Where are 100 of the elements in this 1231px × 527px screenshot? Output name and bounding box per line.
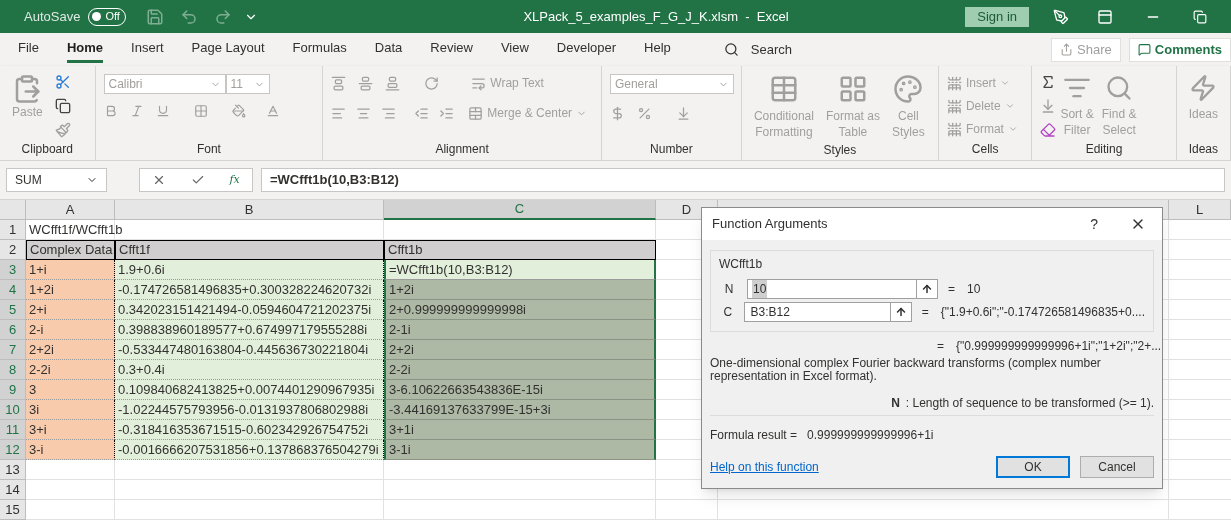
row-header[interactable]: 2 [0, 240, 26, 260]
ribbon-tab[interactable]: File [18, 36, 39, 63]
search-icon [1105, 74, 1134, 102]
save-icon[interactable] [146, 7, 165, 26]
select-all-corner[interactable] [0, 200, 26, 220]
group-label: Cells [971, 141, 999, 158]
pen-icon[interactable] [1053, 8, 1069, 25]
insert-function-button[interactable]: fx [229, 173, 240, 187]
ribbon-tab[interactable]: Developer [556, 36, 617, 63]
ribbon-tab[interactable]: Review [430, 36, 473, 63]
row-header[interactable]: 7 [0, 340, 26, 360]
ribbon-tab[interactable]: View [500, 36, 529, 63]
table-rows-icon [946, 75, 962, 91]
argument-field[interactable]: 10 [747, 278, 938, 299]
redo-icon[interactable] [214, 7, 233, 26]
formula-field[interactable]: =WCfft1b(10,B3:B12) [261, 168, 1225, 192]
argument-result: {"1.9+0.6i";"-0.174726581496835+0.... [940, 303, 1145, 321]
underline-icon[interactable] [155, 104, 170, 118]
top-align-icon[interactable] [331, 75, 347, 91]
dialog-button[interactable]: Cancel [1080, 456, 1154, 478]
group-label: Font [196, 141, 221, 158]
up-arrow-icon[interactable] [921, 282, 933, 295]
table-cell-text: 3-i [29, 440, 44, 459]
equals-sign: = [937, 338, 944, 355]
table-cell-text: 0.342023151421494-0.0594604721202375i [118, 300, 372, 319]
ribbon-tab[interactable]: Home [66, 36, 104, 63]
ribbon-tab[interactable]: Help [644, 36, 671, 63]
ribbon-tab[interactable]: Insert [131, 36, 164, 63]
group-label: Number [650, 141, 693, 158]
ribbon-tab[interactable]: Page Layout [191, 36, 265, 63]
group-label: Clipboard [21, 141, 73, 158]
search-icon[interactable] [723, 42, 739, 57]
decrease-indent-icon[interactable] [414, 105, 430, 121]
row-header[interactable]: 4 [0, 280, 26, 300]
name-box[interactable]: SUM [6, 168, 107, 192]
dialog-button[interactable]: OK [996, 456, 1070, 478]
sign-in-button[interactable]: Sign in [965, 6, 1029, 27]
table-cell-text: -0.174726581496835+0.300328224620732i [118, 280, 372, 299]
group-label: Editing [1085, 141, 1123, 158]
argument-field[interactable]: B3:B12 [744, 301, 912, 322]
percent-icon[interactable] [636, 106, 652, 121]
help-link[interactable]: Help on this function [710, 458, 819, 476]
undo-icon[interactable] [180, 7, 199, 26]
increase-indent-icon[interactable] [439, 105, 455, 121]
italic-icon[interactable] [129, 104, 144, 118]
font-color-icon[interactable] [265, 104, 280, 118]
comments-button[interactable]: Comments [1128, 37, 1231, 62]
table-cell-text: 3+i [29, 420, 47, 439]
align-right-icon[interactable] [381, 105, 397, 121]
column-header[interactable]: B [115, 200, 384, 220]
table-rows-icon [946, 121, 962, 137]
search-label[interactable]: Search [750, 39, 793, 60]
table-cell-text: 2+2i [29, 340, 54, 359]
row-header[interactable]: 9 [0, 380, 26, 400]
middle-align-icon[interactable] [358, 75, 374, 91]
orientation-icon[interactable] [424, 75, 440, 91]
enter-icon[interactable] [190, 173, 205, 187]
ribbon-tab[interactable]: Data [374, 36, 403, 63]
row-header[interactable]: 8 [0, 360, 26, 380]
cut-icon[interactable] [54, 74, 71, 90]
row-header[interactable]: 3 [0, 260, 26, 280]
equals-sign: = [948, 280, 955, 298]
ribbon-tab[interactable]: Formulas [292, 36, 347, 63]
row-header[interactable]: 14 [0, 480, 26, 500]
up-arrow-icon[interactable] [894, 305, 907, 318]
table-cell-text: Cfft1f [119, 241, 150, 260]
column-header[interactable]: C [384, 200, 656, 220]
table-cell-text: 3+1i [389, 420, 414, 439]
row-header[interactable]: 5 [0, 300, 26, 320]
align-left-icon[interactable] [331, 105, 347, 121]
argument-help: : Length of sequence to be transformed (>= 1). [905, 395, 1154, 412]
column-header[interactable]: A [26, 200, 115, 220]
comment-icon [1137, 43, 1151, 56]
restore-icon[interactable] [1193, 9, 1207, 24]
table-cell-text: -0.0016666207531856+0.137868376504279i [118, 440, 379, 459]
table-cell-text: 2+0.999999999999998i [389, 300, 526, 319]
clear-icon[interactable] [1040, 122, 1057, 138]
ribbon-display-icon[interactable] [1097, 8, 1113, 25]
row-header[interactable]: 11 [0, 420, 26, 440]
row-header[interactable]: 15 [0, 500, 26, 520]
table-cell-text: -1.02244575793956-0.0131937806802988i [118, 400, 369, 419]
row-header[interactable]: 10 [0, 400, 26, 420]
row-header[interactable]: 1 [0, 220, 26, 240]
copy-icon[interactable] [54, 98, 71, 114]
fill-color-icon[interactable] [231, 104, 246, 118]
column-header[interactable]: L [1169, 200, 1231, 220]
argument-result: 10 [967, 280, 981, 298]
borders-icon[interactable] [193, 104, 208, 118]
align-center-icon[interactable] [356, 105, 372, 121]
row-header[interactable]: 13 [0, 460, 26, 480]
row-header[interactable]: 6 [0, 320, 26, 340]
help-button[interactable]: ? [1090, 213, 1098, 235]
bottom-align-icon[interactable] [385, 75, 401, 91]
table-cell-text: 3i [29, 400, 40, 419]
formula-result: 0.999999999999996+1i [807, 427, 934, 444]
table-cell-text: -0.318416353671515-0.602342926754752i [118, 420, 369, 439]
autosave-label: AutoSave [24, 7, 81, 26]
row-header[interactable]: 12 [0, 440, 26, 460]
format-painter-icon[interactable] [54, 122, 71, 138]
table-cell-text: -0.533447480163804-0.445636730221804i [118, 340, 369, 359]
